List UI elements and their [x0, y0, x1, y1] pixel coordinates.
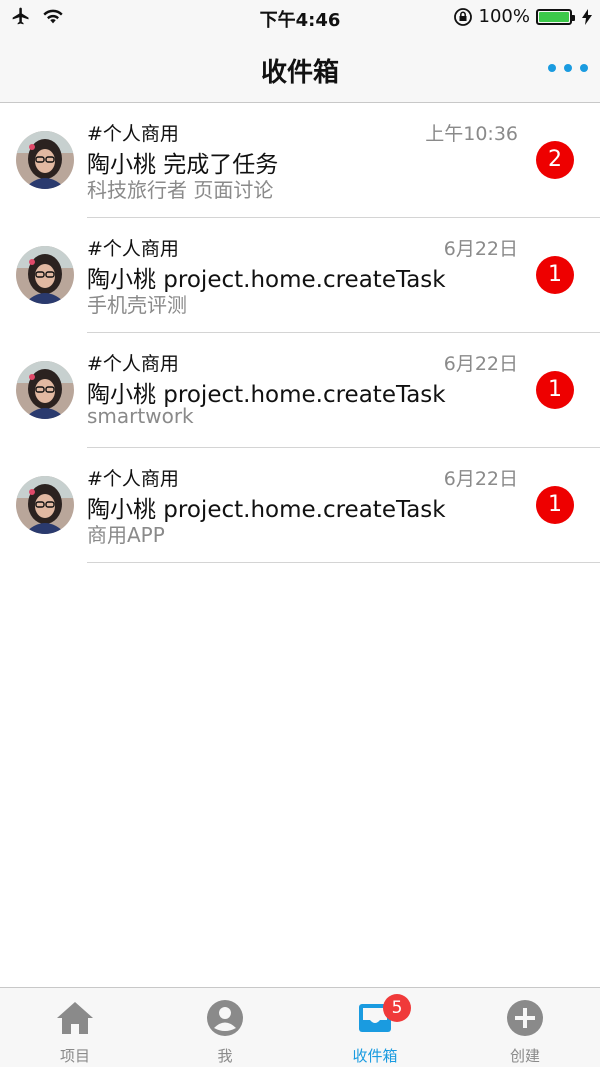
- nav-bar: 收件箱: [0, 34, 600, 103]
- plus-circle-icon: [507, 1000, 543, 1036]
- item-time: 6月22日: [443, 468, 518, 490]
- tab-inbox[interactable]: 5 收件箱: [300, 988, 450, 1067]
- item-time: 上午10:36: [425, 123, 518, 145]
- home-icon: [57, 1002, 93, 1034]
- more-dot: [580, 64, 588, 72]
- tab-me[interactable]: 我: [150, 988, 300, 1067]
- tab-bar: 项目 我 5 收件箱 创建: [0, 987, 600, 1067]
- item-subtitle: 商用APP: [87, 523, 165, 547]
- item-subtitle: 手机壳评测: [87, 293, 187, 317]
- charging-icon: [582, 8, 592, 25]
- avatar: [16, 476, 74, 534]
- more-options-button[interactable]: [548, 56, 588, 80]
- status-right: 100%: [453, 6, 592, 27]
- tab-label: 我: [217, 1047, 233, 1065]
- page-title: 收件箱: [260, 58, 339, 88]
- status-bar: 下午4:46 100%: [0, 0, 600, 34]
- tab-label: 创建: [509, 1047, 540, 1065]
- item-time: 6月22日: [443, 353, 518, 375]
- unread-badge: 2: [536, 141, 574, 179]
- item-subtitle: 科技旅行者 页面讨论: [87, 178, 274, 202]
- tab-label: 项目: [59, 1047, 90, 1065]
- tab-projects[interactable]: 项目: [0, 988, 150, 1067]
- avatar: [16, 246, 74, 304]
- project-tag: #个人商用: [87, 353, 179, 375]
- inbox-item[interactable]: #个人商用 6月22日 陶小桃 project.home.createTask …: [0, 218, 600, 333]
- battery-icon: [536, 8, 575, 25]
- unread-badge: 1: [536, 486, 574, 524]
- inbox-item[interactable]: #个人商用 6月22日 陶小桃 project.home.createTask …: [0, 333, 600, 448]
- inbox-item[interactable]: #个人商用 6月22日 陶小桃 project.home.createTask …: [0, 448, 600, 563]
- avatar: [16, 361, 74, 419]
- project-tag: #个人商用: [87, 123, 179, 145]
- more-dots-icon: [548, 64, 556, 72]
- inbox-count-badge: 5: [383, 994, 411, 1022]
- item-time: 6月22日: [443, 238, 518, 260]
- tab-create[interactable]: 创建: [450, 988, 600, 1067]
- avatar: [16, 131, 74, 189]
- inbox-item[interactable]: #个人商用 上午10:36 陶小桃 完成了任务 科技旅行者 页面讨论 2: [0, 103, 600, 218]
- rotation-lock-icon: [453, 7, 472, 26]
- more-dot: [564, 64, 572, 72]
- unread-badge: 1: [536, 256, 574, 294]
- battery-percent: 100%: [478, 6, 530, 27]
- item-subtitle: smartwork: [87, 404, 194, 428]
- project-tag: #个人商用: [87, 238, 179, 260]
- tab-label: 收件箱: [352, 1047, 398, 1065]
- person-icon: [207, 1000, 243, 1036]
- inbox-list: #个人商用 上午10:36 陶小桃 完成了任务 科技旅行者 页面讨论 2 #个人…: [0, 103, 600, 563]
- project-tag: #个人商用: [87, 468, 179, 490]
- row-divider: [87, 562, 600, 563]
- unread-badge: 1: [536, 371, 574, 409]
